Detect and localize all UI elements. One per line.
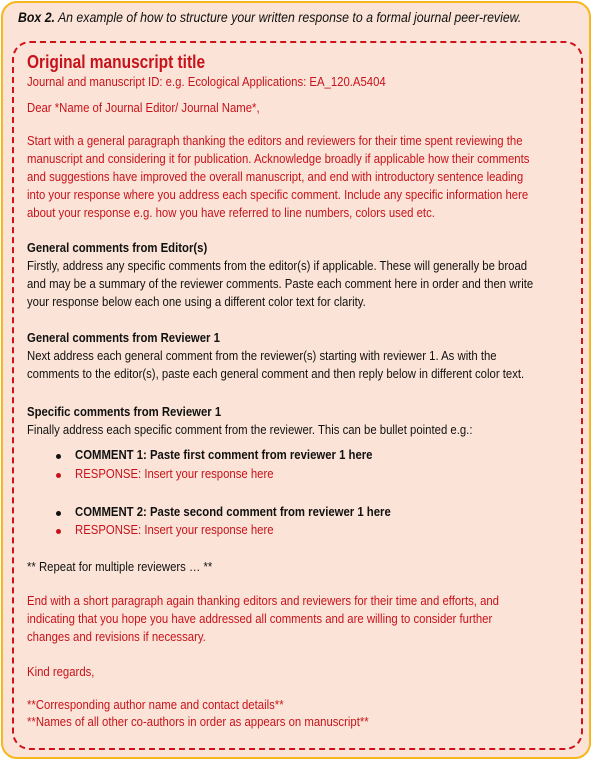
editor-line: your response below each one using a dif… (27, 294, 366, 309)
response-1: RESPONSE: Insert your response here (75, 466, 274, 481)
journal-id: Journal and manuscript ID: e.g. Ecologic… (27, 74, 386, 89)
intro-line: about your response e.g. how you have re… (27, 205, 435, 220)
intro-line: and suggestions have improved the overal… (27, 169, 524, 184)
intro-line: Start with a general paragraph thanking … (27, 133, 523, 148)
signoff: Kind regards, (27, 664, 95, 679)
reviewer-general-heading: General comments from Reviewer 1 (27, 330, 220, 345)
bullet-icon (56, 511, 61, 516)
reviewer-specific-heading: Specific comments from Reviewer 1 (27, 404, 222, 419)
salutation: Dear *Name of Journal Editor/ Journal Na… (27, 100, 260, 115)
intro-line: into your response where you address eac… (27, 187, 529, 202)
reviewer-general-line: comments to the editor(s), paste each ge… (27, 366, 525, 381)
box-caption: Box 2. An example of how to structure yo… (18, 9, 521, 25)
manuscript-title: Original manuscript title (27, 52, 206, 72)
bullet-icon (56, 454, 61, 459)
co-authors: **Names of all other co-authors in order… (27, 714, 369, 729)
corresponding-author: **Corresponding author name and contact … (27, 697, 284, 712)
closing-line: indicating that you hope you have addres… (27, 611, 493, 626)
response-2: RESPONSE: Insert your response here (75, 522, 274, 537)
reviewer-specific-line: Finally address each specific comment fr… (27, 422, 473, 437)
bullet-icon (56, 529, 61, 534)
editor-line: Firstly, address any specific comments f… (27, 258, 528, 273)
comment-1: COMMENT 1: Paste first comment from revi… (75, 447, 373, 462)
caption-text: An example of how to structure your writ… (54, 9, 522, 25)
closing-line: changes and revisions if necessary. (27, 629, 206, 644)
comment-2: COMMENT 2: Paste second comment from rev… (75, 504, 391, 519)
caption-label: Box 2. (18, 9, 55, 25)
intro-line: manuscript and considering it for public… (27, 151, 530, 166)
closing-line: End with a short paragraph again thankin… (27, 593, 499, 608)
reviewer-general-line: Next address each general comment from t… (27, 348, 497, 363)
bullet-icon (56, 473, 61, 478)
repeat-note: ** Repeat for multiple reviewers … ** (27, 559, 213, 574)
editor-line: and may be a summary of the reviewer com… (27, 276, 534, 291)
editor-heading: General comments from Editor(s) (27, 240, 208, 255)
